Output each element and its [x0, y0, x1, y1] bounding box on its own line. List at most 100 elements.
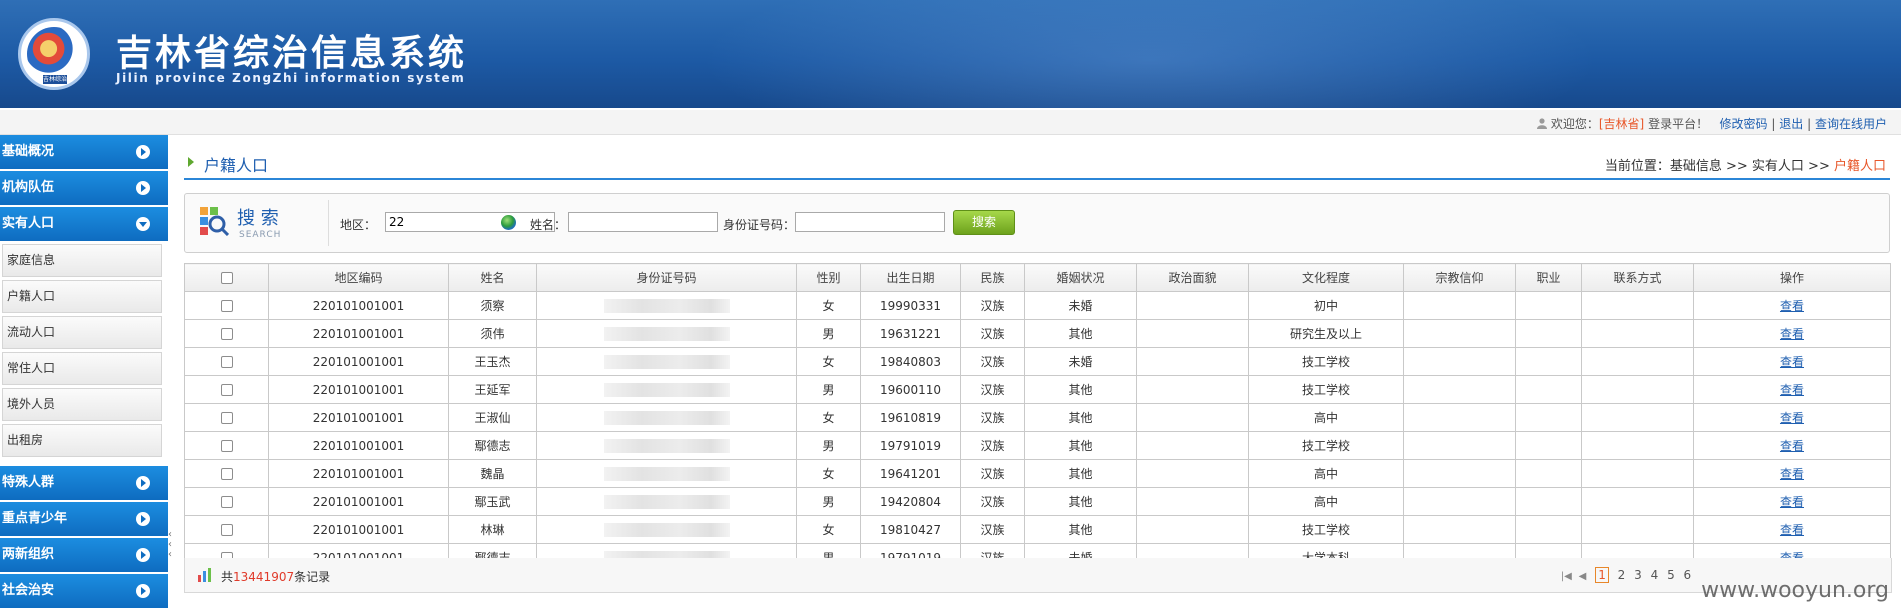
cell-contact: [1581, 515, 1694, 544]
view-link[interactable]: 查看: [1780, 383, 1804, 397]
cell-region-code: 220101001001: [268, 515, 449, 544]
view-link[interactable]: 查看: [1780, 299, 1804, 313]
region-label: 地区：: [340, 218, 377, 232]
page-link[interactable]: 5: [1667, 568, 1675, 582]
cell-name: 鄢德志: [448, 431, 537, 460]
nav-item-label: 特殊人群: [2, 475, 55, 490]
nav-item-new-organizations[interactable]: 两新组织: [0, 538, 168, 572]
change-password-link[interactable]: 修改密码: [1720, 117, 1768, 131]
column-header: 宗教信仰: [1403, 263, 1516, 292]
cell-political-status: [1136, 319, 1249, 348]
cell-political-status: [1136, 431, 1249, 460]
name-input[interactable]: [568, 212, 718, 232]
cell-gender: 女: [796, 459, 861, 488]
nav-item-key-youth[interactable]: 重点青少年: [0, 502, 168, 536]
cell-id-number: [536, 487, 797, 516]
cell-marital-status: 其他: [1024, 319, 1137, 348]
logout-link[interactable]: 退出: [1779, 117, 1803, 131]
cell-ethnicity: 汉族: [960, 375, 1025, 404]
page-link[interactable]: 1: [1595, 567, 1609, 583]
page-link[interactable]: 4: [1651, 568, 1659, 582]
sub-item-foreign-persons[interactable]: 境外人员: [2, 388, 162, 421]
first-page-icon[interactable]: |◀: [1561, 571, 1572, 582]
header-banner: 吉林综治 吉林省综治信息系统 Jilin province ZongZhi in…: [0, 0, 1901, 108]
view-link[interactable]: 查看: [1780, 495, 1804, 509]
cell-marital-status: 其他: [1024, 515, 1137, 544]
chevron-right-icon: [136, 548, 150, 562]
logo-text: 吉林综治: [43, 75, 68, 84]
view-link[interactable]: 查看: [1780, 439, 1804, 453]
row-checkbox[interactable]: [220, 468, 233, 480]
search-button[interactable]: 搜索: [953, 210, 1015, 235]
view-link[interactable]: 查看: [1780, 411, 1804, 425]
row-checkbox[interactable]: [220, 356, 233, 368]
cell-contact: [1581, 487, 1694, 516]
view-link[interactable]: 查看: [1780, 523, 1804, 537]
page-link[interactable]: 3: [1634, 568, 1642, 582]
view-link[interactable]: 查看: [1780, 467, 1804, 481]
cell-action: 查看: [1693, 319, 1891, 348]
cell-political-status: [1136, 375, 1249, 404]
search-title: 搜 索: [237, 208, 279, 229]
sub-item-family-info[interactable]: 家庭信息: [2, 244, 162, 277]
sub-item-resident-population[interactable]: 常住人口: [2, 352, 162, 385]
row-checkbox[interactable]: [220, 328, 233, 340]
system-logo: 吉林综治: [18, 18, 90, 90]
cell-birth-date: 19631221: [860, 319, 961, 348]
row-checkbox[interactable]: [220, 300, 233, 312]
main-content: 户籍人口 当前位置：基础信息 >> 实有人口 >> 户籍人口 搜 索 SEARC…: [184, 140, 1892, 593]
record-count-suffix: 条记录: [294, 570, 331, 584]
redacted-id-number: [603, 494, 730, 509]
cell-action: 查看: [1693, 459, 1891, 488]
cell-id-number: [536, 403, 797, 432]
id-number-input[interactable]: [795, 212, 945, 232]
cell-region-code: 220101001001: [268, 347, 449, 376]
nav-item-basic-overview[interactable]: 基础概况: [0, 135, 168, 169]
nav-item-actual-population[interactable]: 实有人口: [0, 207, 168, 241]
sub-item-rental-housing[interactable]: 出租房: [2, 424, 162, 457]
select-all-checkbox[interactable]: [220, 272, 233, 284]
sub-item-floating-population[interactable]: 流动人口: [2, 316, 162, 349]
redacted-id-number: [603, 438, 730, 453]
page-link[interactable]: 2: [1618, 568, 1626, 582]
row-checkbox[interactable]: [220, 412, 233, 424]
checkbox-cell: [184, 403, 269, 432]
login-text: 登录平台！: [1648, 117, 1709, 131]
name-label: 姓名：: [530, 218, 567, 232]
cell-region-code: 220101001001: [268, 375, 449, 404]
nav-item-special-groups[interactable]: 特殊人群: [0, 466, 168, 500]
row-checkbox[interactable]: [220, 440, 233, 452]
prev-page-icon[interactable]: ◀: [1579, 571, 1587, 582]
cell-name: 林琳: [448, 515, 537, 544]
search-panel: 搜 索 SEARCH 地区： 姓名： 身份证号码： 搜索: [184, 193, 1890, 253]
row-checkbox[interactable]: [220, 524, 233, 536]
sub-item-registered-population[interactable]: 户籍人口: [2, 280, 162, 313]
system-subtitle: Jilin province ZongZhi information syste…: [116, 71, 466, 85]
search-icon: [200, 207, 229, 236]
globe-icon[interactable]: [501, 215, 516, 230]
breadcrumb-path: 当前位置：基础信息 >> 实有人口 >>: [1604, 159, 1834, 174]
search-subtitle: SEARCH: [239, 230, 282, 240]
sidebar-collapse-handle[interactable]: ‹ ‹ ‹: [168, 530, 172, 560]
nav-item-public-security[interactable]: 社会治安: [0, 574, 168, 608]
cell-occupation: [1515, 347, 1582, 376]
cell-ethnicity: 汉族: [960, 459, 1025, 488]
cell-contact: [1581, 459, 1694, 488]
table-row: 220101001001 魏晶 女 19641201 汉族 其他 高中 查看: [184, 459, 1891, 488]
column-header: 文化程度: [1248, 263, 1404, 292]
user-region: [吉林省]: [1598, 117, 1645, 131]
table-row: 220101001001 鄢玉武 男 19420804 汉族 其他 高中 查看: [184, 487, 1891, 516]
cell-name: 须察: [448, 291, 537, 320]
page-link[interactable]: 6: [1684, 568, 1692, 582]
cell-birth-date: 19990331: [860, 291, 961, 320]
record-count-value: 13441907: [233, 570, 295, 584]
view-link[interactable]: 查看: [1780, 327, 1804, 341]
view-link[interactable]: 查看: [1780, 355, 1804, 369]
nav-item-organization[interactable]: 机构队伍: [0, 171, 168, 205]
cell-occupation: [1515, 515, 1582, 544]
row-checkbox[interactable]: [220, 384, 233, 396]
banner-glow: [700, 0, 1600, 108]
online-users-link[interactable]: 查询在线用户: [1815, 117, 1887, 131]
welcome-text: 欢迎您：: [1550, 117, 1599, 131]
row-checkbox[interactable]: [220, 496, 233, 508]
